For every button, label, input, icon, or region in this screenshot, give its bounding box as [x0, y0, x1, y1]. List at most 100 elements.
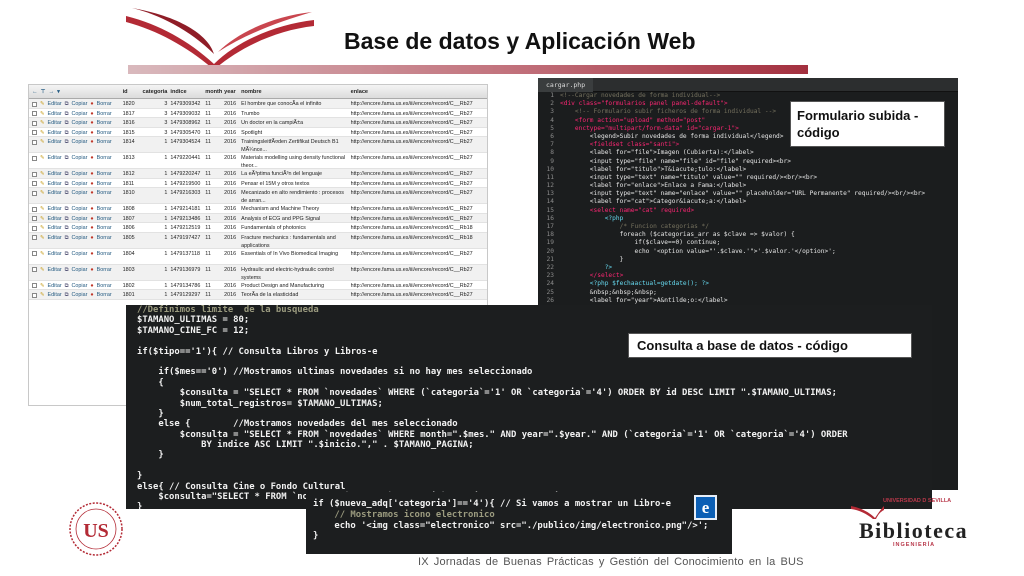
copy-icon[interactable]: ⧉	[65, 129, 69, 137]
edit-link[interactable]: Editar	[48, 266, 62, 274]
row-checkbox[interactable]	[32, 206, 37, 212]
delete-icon[interactable]: ●	[90, 250, 93, 258]
copy-icon[interactable]: ⧉	[65, 250, 69, 258]
delete-icon[interactable]: ●	[90, 291, 93, 299]
copy-link[interactable]: Copiar	[71, 234, 87, 242]
col-enlace[interactable]: enlace	[349, 89, 487, 95]
pencil-icon[interactable]: ✎	[40, 234, 45, 242]
copy-icon[interactable]: ⧉	[65, 119, 69, 127]
edit-link[interactable]: Editar	[48, 282, 62, 290]
pencil-icon[interactable]: ✎	[40, 154, 45, 162]
delete-link[interactable]: Borrar	[97, 205, 112, 213]
delete-icon[interactable]: ●	[90, 100, 93, 108]
copy-icon[interactable]: ⧉	[65, 266, 69, 274]
delete-icon[interactable]: ●	[90, 129, 93, 137]
edit-link[interactable]: Editar	[48, 189, 62, 197]
pencil-icon[interactable]: ✎	[40, 138, 45, 146]
edit-link[interactable]: Editar	[48, 250, 62, 258]
copy-link[interactable]: Copiar	[71, 110, 87, 118]
sort-icon[interactable]: ⊤	[41, 89, 46, 95]
copy-link[interactable]: Copiar	[71, 170, 87, 178]
row-checkbox[interactable]	[32, 292, 37, 298]
pencil-icon[interactable]: ✎	[40, 170, 45, 178]
delete-icon[interactable]: ●	[90, 138, 93, 146]
delete-link[interactable]: Borrar	[97, 138, 112, 146]
edit-link[interactable]: Editar	[48, 205, 62, 213]
copy-icon[interactable]: ⧉	[65, 224, 69, 232]
copy-link[interactable]: Copiar	[71, 215, 87, 223]
copy-link[interactable]: Copiar	[71, 224, 87, 232]
pencil-icon[interactable]: ✎	[40, 282, 45, 290]
copy-icon[interactable]: ⧉	[65, 170, 69, 178]
delete-icon[interactable]: ●	[90, 154, 93, 162]
delete-link[interactable]: Borrar	[97, 100, 112, 108]
copy-icon[interactable]: ⧉	[65, 234, 69, 242]
row-checkbox[interactable]	[32, 225, 37, 231]
copy-link[interactable]: Copiar	[71, 180, 87, 188]
col-id[interactable]: id	[121, 89, 141, 95]
copy-link[interactable]: Copiar	[71, 138, 87, 146]
delete-icon[interactable]: ●	[90, 110, 93, 118]
header-options[interactable]: ← ⊤ → ▾	[29, 87, 121, 96]
col-month[interactable]: month	[203, 89, 224, 95]
delete-icon[interactable]: ●	[90, 234, 93, 242]
col-year[interactable]: year	[224, 89, 239, 95]
row-checkbox[interactable]	[32, 111, 37, 116]
row-checkbox[interactable]	[32, 181, 37, 186]
delete-icon[interactable]: ●	[90, 170, 93, 178]
delete-link[interactable]: Borrar	[97, 189, 112, 197]
copy-icon[interactable]: ⧉	[65, 291, 69, 299]
row-checkbox[interactable]	[32, 120, 37, 126]
copy-icon[interactable]: ⧉	[65, 205, 69, 213]
edit-link[interactable]: Editar	[48, 170, 62, 178]
copy-link[interactable]: Copiar	[71, 266, 87, 274]
delete-link[interactable]: Borrar	[97, 250, 112, 258]
pencil-icon[interactable]: ✎	[40, 110, 45, 118]
edit-link[interactable]: Editar	[48, 110, 62, 118]
delete-icon[interactable]: ●	[90, 266, 93, 274]
edit-link[interactable]: Editar	[48, 224, 62, 232]
row-checkbox[interactable]	[32, 171, 37, 177]
pencil-icon[interactable]: ✎	[40, 100, 45, 108]
delete-icon[interactable]: ●	[90, 119, 93, 127]
copy-link[interactable]: Copiar	[71, 205, 87, 213]
pencil-icon[interactable]: ✎	[40, 119, 45, 127]
row-checkbox[interactable]	[32, 235, 37, 240]
row-checkbox[interactable]	[32, 130, 37, 135]
copy-icon[interactable]: ⧉	[65, 100, 69, 108]
copy-link[interactable]: Copiar	[71, 291, 87, 299]
copy-icon[interactable]: ⧉	[65, 180, 69, 188]
copy-link[interactable]: Copiar	[71, 282, 87, 290]
row-checkbox[interactable]	[32, 267, 37, 272]
copy-link[interactable]: Copiar	[71, 250, 87, 258]
arrow-right-icon[interactable]: →	[48, 89, 54, 95]
row-checkbox[interactable]	[32, 139, 37, 145]
row-checkbox[interactable]	[32, 216, 37, 221]
copy-link[interactable]: Copiar	[71, 189, 87, 197]
row-checkbox[interactable]	[32, 190, 37, 196]
copy-icon[interactable]: ⧉	[65, 138, 69, 146]
copy-icon[interactable]: ⧉	[65, 154, 69, 162]
delete-link[interactable]: Borrar	[97, 180, 112, 188]
row-checkbox[interactable]	[32, 283, 37, 288]
delete-icon[interactable]: ●	[90, 180, 93, 188]
pencil-icon[interactable]: ✎	[40, 189, 45, 197]
col-categoria[interactable]: categoria	[141, 89, 171, 95]
copy-link[interactable]: Copiar	[71, 119, 87, 127]
copy-link[interactable]: Copiar	[71, 154, 87, 162]
edit-link[interactable]: Editar	[48, 291, 62, 299]
pencil-icon[interactable]: ✎	[40, 215, 45, 223]
delete-link[interactable]: Borrar	[97, 215, 112, 223]
pencil-icon[interactable]: ✎	[40, 129, 45, 137]
pencil-icon[interactable]: ✎	[40, 224, 45, 232]
pencil-icon[interactable]: ✎	[40, 291, 45, 299]
col-indice[interactable]: indice	[170, 89, 203, 95]
delete-link[interactable]: Borrar	[97, 224, 112, 232]
delete-icon[interactable]: ●	[90, 205, 93, 213]
delete-icon[interactable]: ●	[90, 224, 93, 232]
edit-link[interactable]: Editar	[48, 154, 62, 162]
edit-link[interactable]: Editar	[48, 100, 62, 108]
delete-link[interactable]: Borrar	[97, 282, 112, 290]
edit-link[interactable]: Editar	[48, 234, 62, 242]
pencil-icon[interactable]: ✎	[40, 205, 45, 213]
